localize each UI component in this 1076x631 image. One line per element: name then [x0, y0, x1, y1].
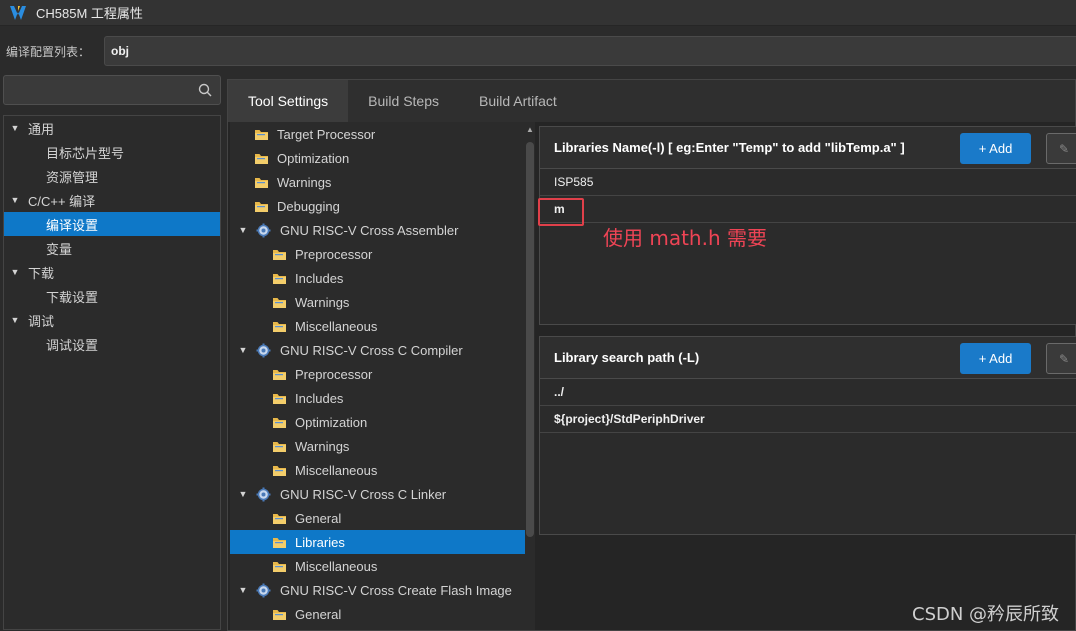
libraries-header: Libraries Name(-l) [ eg:Enter "Temp" to …: [540, 127, 1076, 169]
config-label: 编译配置列表：: [6, 44, 91, 59]
gear-icon: [256, 223, 271, 238]
tool-tree-item-optimization[interactable]: Optimization: [230, 410, 525, 434]
folder-icon: [254, 176, 269, 189]
folder-icon: [272, 608, 287, 621]
folder-icon: [272, 560, 287, 573]
tool-tree-item-gnu-risc-v-cross-c-linker[interactable]: ▼ GNU RISC-V Cross C Linker: [230, 482, 525, 506]
chevron-down-icon[interactable]: ▼: [238, 585, 248, 595]
folder-icon: [272, 440, 287, 453]
tool-tree-item-optimization[interactable]: Optimization: [230, 146, 525, 170]
tree-scrollbar[interactable]: ▲: [525, 122, 535, 630]
tree-item-debug-settings[interactable]: 调试设置: [4, 332, 220, 356]
search-path-title: Library search path (-L): [554, 350, 700, 365]
tool-tree-item-miscellaneous[interactable]: Miscellaneous: [230, 314, 525, 338]
edit-library-button[interactable]: ✎: [1046, 133, 1076, 164]
library-item[interactable]: m: [540, 196, 1076, 223]
annotation-text: 使用 math.h 需要: [603, 226, 768, 250]
tool-tree-item-debugging[interactable]: Debugging: [230, 194, 525, 218]
library-item[interactable]: ISP585: [540, 169, 1076, 196]
tab-build-artifact[interactable]: Build Artifact: [459, 80, 577, 122]
tool-tree-item-miscellaneous[interactable]: Miscellaneous: [230, 554, 525, 578]
tab-bar: Tool Settings Build Steps Build Artifact: [228, 80, 1075, 122]
add-search-path-button[interactable]: + Add: [960, 343, 1031, 374]
search-path-item[interactable]: ${project}/StdPeriphDriver: [540, 406, 1076, 433]
tree-item-target-chip[interactable]: 目标芯片型号: [4, 140, 220, 164]
pencil-icon: ✎: [1059, 351, 1070, 366]
chevron-down-icon: ▼: [10, 315, 20, 325]
search-path-header: Library search path (-L) + Add ✎: [540, 337, 1076, 379]
highlight-box: [538, 198, 584, 226]
folder-icon: [272, 248, 287, 261]
tool-tree-item-gnu-risc-v-cross-create-flash-image[interactable]: ▼ GNU RISC-V Cross Create Flash Image: [230, 578, 525, 602]
title-bar: CH585M 工程属性: [0, 0, 1076, 26]
chevron-down-icon: ▼: [10, 267, 20, 277]
tool-tree-item-general[interactable]: General: [230, 506, 525, 530]
folder-icon: [272, 416, 287, 429]
folder-icon: [272, 512, 287, 525]
folder-icon: [254, 200, 269, 213]
tree-item-variables[interactable]: 变量: [4, 236, 220, 260]
watermark: CSDN @矜辰所致: [912, 604, 1060, 625]
gear-icon: [256, 583, 271, 598]
folder-icon: [272, 536, 287, 549]
window-title: CH585M 工程属性: [36, 6, 143, 21]
tool-tree-item-warnings[interactable]: Warnings: [230, 290, 525, 314]
main-panel: Tool Settings Build Steps Build Artifact…: [227, 79, 1076, 631]
edit-search-path-button[interactable]: ✎: [1046, 343, 1076, 374]
tool-tree-item-preprocessor[interactable]: Preprocessor: [230, 242, 525, 266]
settings-category-tree: ▼ 通用 目标芯片型号 资源管理 ▼ C/C++ 编译 编译设置 变量 ▼ 下载…: [3, 115, 221, 630]
config-row: 编译配置列表： obj: [0, 34, 1076, 68]
mounriver-logo-icon: [8, 3, 28, 23]
gear-icon: [256, 343, 271, 358]
tool-tree-item-general[interactable]: General: [230, 602, 525, 626]
tree-item-debug[interactable]: ▼ 调试: [4, 308, 220, 332]
tool-tree-item-miscellaneous[interactable]: Miscellaneous: [230, 458, 525, 482]
tree-item-cpp-build[interactable]: ▼ C/C++ 编译: [4, 188, 220, 212]
folder-icon: [272, 272, 287, 285]
tool-tree-item-target-processor[interactable]: Target Processor: [230, 122, 525, 146]
folder-icon: [272, 368, 287, 381]
folder-icon: [272, 464, 287, 477]
tree-item-download[interactable]: ▼ 下载: [4, 260, 220, 284]
folder-icon: [254, 152, 269, 165]
tree-item-resources[interactable]: 资源管理: [4, 164, 220, 188]
scrollbar-thumb[interactable]: [526, 142, 534, 537]
gear-icon: [256, 487, 271, 502]
tab-build-steps[interactable]: Build Steps: [348, 80, 459, 122]
tool-tree-item-libraries[interactable]: Libraries: [230, 530, 525, 554]
tool-tree-item-preprocessor[interactable]: Preprocessor: [230, 362, 525, 386]
tab-tool-settings[interactable]: Tool Settings: [228, 80, 349, 122]
library-search-path-panel: Library search path (-L) + Add ✎ ../ ${p…: [539, 336, 1076, 535]
chevron-down-icon[interactable]: ▼: [238, 345, 248, 355]
chevron-down-icon: ▼: [10, 195, 20, 205]
tool-tree-item-warnings[interactable]: Warnings: [230, 170, 525, 194]
chevron-down-icon[interactable]: ▼: [238, 225, 248, 235]
folder-icon: [272, 320, 287, 333]
tree-item-download-settings[interactable]: 下载设置: [4, 284, 220, 308]
pencil-icon: ✎: [1059, 141, 1070, 156]
config-select[interactable]: obj: [104, 36, 1076, 66]
chevron-down-icon[interactable]: ▼: [238, 489, 248, 499]
search-path-item[interactable]: ../: [540, 379, 1076, 406]
folder-icon: [272, 296, 287, 309]
tool-tree-item-gnu-risc-v-cross-c-compiler[interactable]: ▼ GNU RISC-V Cross C Compiler: [230, 338, 525, 362]
folder-icon: [254, 128, 269, 141]
scroll-up-icon[interactable]: ▲: [526, 125, 534, 134]
add-library-button[interactable]: + Add: [960, 133, 1031, 164]
tool-tree-item-includes[interactable]: Includes: [230, 266, 525, 290]
tool-tree-item-gnu-risc-v-cross-assembler[interactable]: ▼ GNU RISC-V Cross Assembler: [230, 218, 525, 242]
search-input[interactable]: [3, 75, 221, 105]
tool-tree-item-includes[interactable]: Includes: [230, 386, 525, 410]
folder-icon: [272, 392, 287, 405]
tool-tree-item-warnings[interactable]: Warnings: [230, 434, 525, 458]
chevron-down-icon: ▼: [10, 123, 20, 133]
search-icon: [198, 83, 212, 97]
tree-item-general[interactable]: ▼ 通用: [4, 116, 220, 140]
tool-settings-tree: Target Processor Optimization Warnings Debu…: [230, 122, 526, 630]
tree-item-build-settings[interactable]: 编译设置: [4, 212, 220, 236]
libraries-title: Libraries Name(-l) [ eg:Enter "Temp" to …: [554, 140, 905, 155]
